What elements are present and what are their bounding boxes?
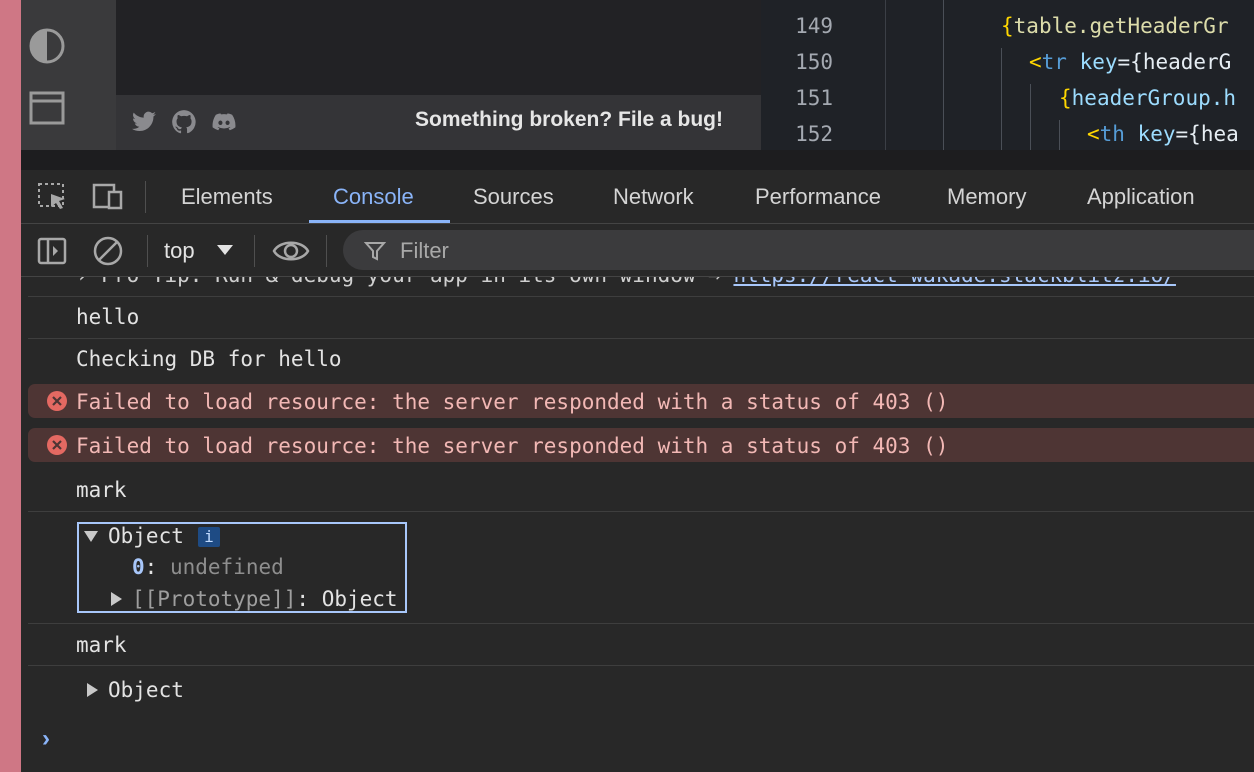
error-icon	[47, 391, 67, 411]
left-rail	[21, 0, 116, 150]
tab-performance[interactable]: Performance	[755, 184, 881, 210]
toolbar-separator	[326, 235, 327, 267]
code-line: {table.getHeaderGr	[1001, 14, 1229, 38]
indent-guide	[1030, 84, 1031, 150]
log-message: mark	[76, 478, 127, 502]
theme-toggle-icon[interactable]	[28, 27, 66, 65]
info-icon[interactable]: i	[198, 527, 220, 547]
file-bug-link[interactable]: Something broken? File a bug!	[415, 108, 723, 132]
error-message: Failed to load resource: the server resp…	[76, 390, 949, 414]
row-divider	[28, 511, 1254, 512]
tab-application[interactable]: Application	[1087, 184, 1195, 210]
panel-divider[interactable]	[21, 150, 1254, 170]
toolbar-separator	[147, 235, 148, 267]
row-divider	[28, 338, 1254, 339]
tab-elements[interactable]: Elements	[181, 184, 273, 210]
prototype-property[interactable]: [[Prototype]]: Object	[132, 587, 398, 611]
error-icon	[47, 435, 67, 455]
github-icon[interactable]	[171, 109, 197, 135]
log-message: Checking DB for hello	[76, 347, 342, 371]
inspect-element-icon[interactable]	[36, 181, 70, 213]
tab-network[interactable]: Network	[613, 184, 694, 210]
partial-message: › Pro Tip: Run & debug your app in its o…	[76, 277, 1176, 287]
clear-console-icon[interactable]	[92, 235, 124, 267]
object-property: 0: undefined	[132, 555, 284, 579]
discord-icon[interactable]	[211, 109, 237, 135]
sidebar-toggle-icon[interactable]	[37, 236, 67, 266]
toolbar-separator	[145, 181, 146, 213]
tab-sources[interactable]: Sources	[473, 184, 554, 210]
line-number: 151	[795, 86, 833, 110]
layout-toggle-icon[interactable]	[28, 89, 66, 127]
row-divider	[28, 623, 1254, 624]
indent-guide	[1059, 120, 1060, 150]
filter-placeholder: Filter	[400, 238, 449, 263]
line-number: 152	[795, 122, 833, 146]
line-number: 150	[795, 50, 833, 74]
twitter-icon[interactable]	[131, 109, 157, 135]
line-number: 149	[795, 14, 833, 38]
code-editor[interactable]: 149 150 151 152 {table.getHeaderGr <tr k…	[761, 0, 1254, 150]
context-selector[interactable]: top	[164, 238, 195, 264]
console-prompt[interactable]: ›	[42, 725, 50, 753]
indent-guide	[943, 0, 944, 150]
tab-memory[interactable]: Memory	[947, 184, 1026, 210]
code-line: <tr key={headerG	[1029, 50, 1232, 74]
collapse-triangle-icon[interactable]	[84, 531, 98, 542]
error-message: Failed to load resource: the server resp…	[76, 434, 949, 458]
log-message: hello	[76, 305, 140, 329]
device-toolbar-icon[interactable]	[90, 181, 126, 213]
row-divider	[28, 665, 1254, 666]
chevron-down-icon[interactable]	[216, 244, 234, 256]
expand-triangle-icon[interactable]	[111, 592, 122, 606]
indent-guide	[1001, 48, 1002, 150]
app-preview	[116, 0, 761, 95]
collapsed-object[interactable]: Object	[108, 678, 184, 702]
code-line: <th key={hea	[1087, 122, 1239, 146]
expand-triangle-icon[interactable]	[87, 683, 98, 697]
live-expression-eye-icon[interactable]	[272, 237, 310, 265]
toolbar-separator	[254, 235, 255, 267]
filter-input[interactable]	[343, 230, 1254, 270]
row-divider	[28, 296, 1254, 297]
tab-console[interactable]: Console	[333, 184, 414, 210]
console-link[interactable]: https://react-wakade.stackblitz.io/	[733, 277, 1176, 287]
object-label[interactable]: Object	[108, 524, 184, 548]
active-tab-indicator	[309, 220, 450, 223]
code-line: {headerGroup.h	[1059, 86, 1237, 110]
log-message: mark	[76, 633, 127, 657]
filter-icon	[364, 242, 386, 261]
